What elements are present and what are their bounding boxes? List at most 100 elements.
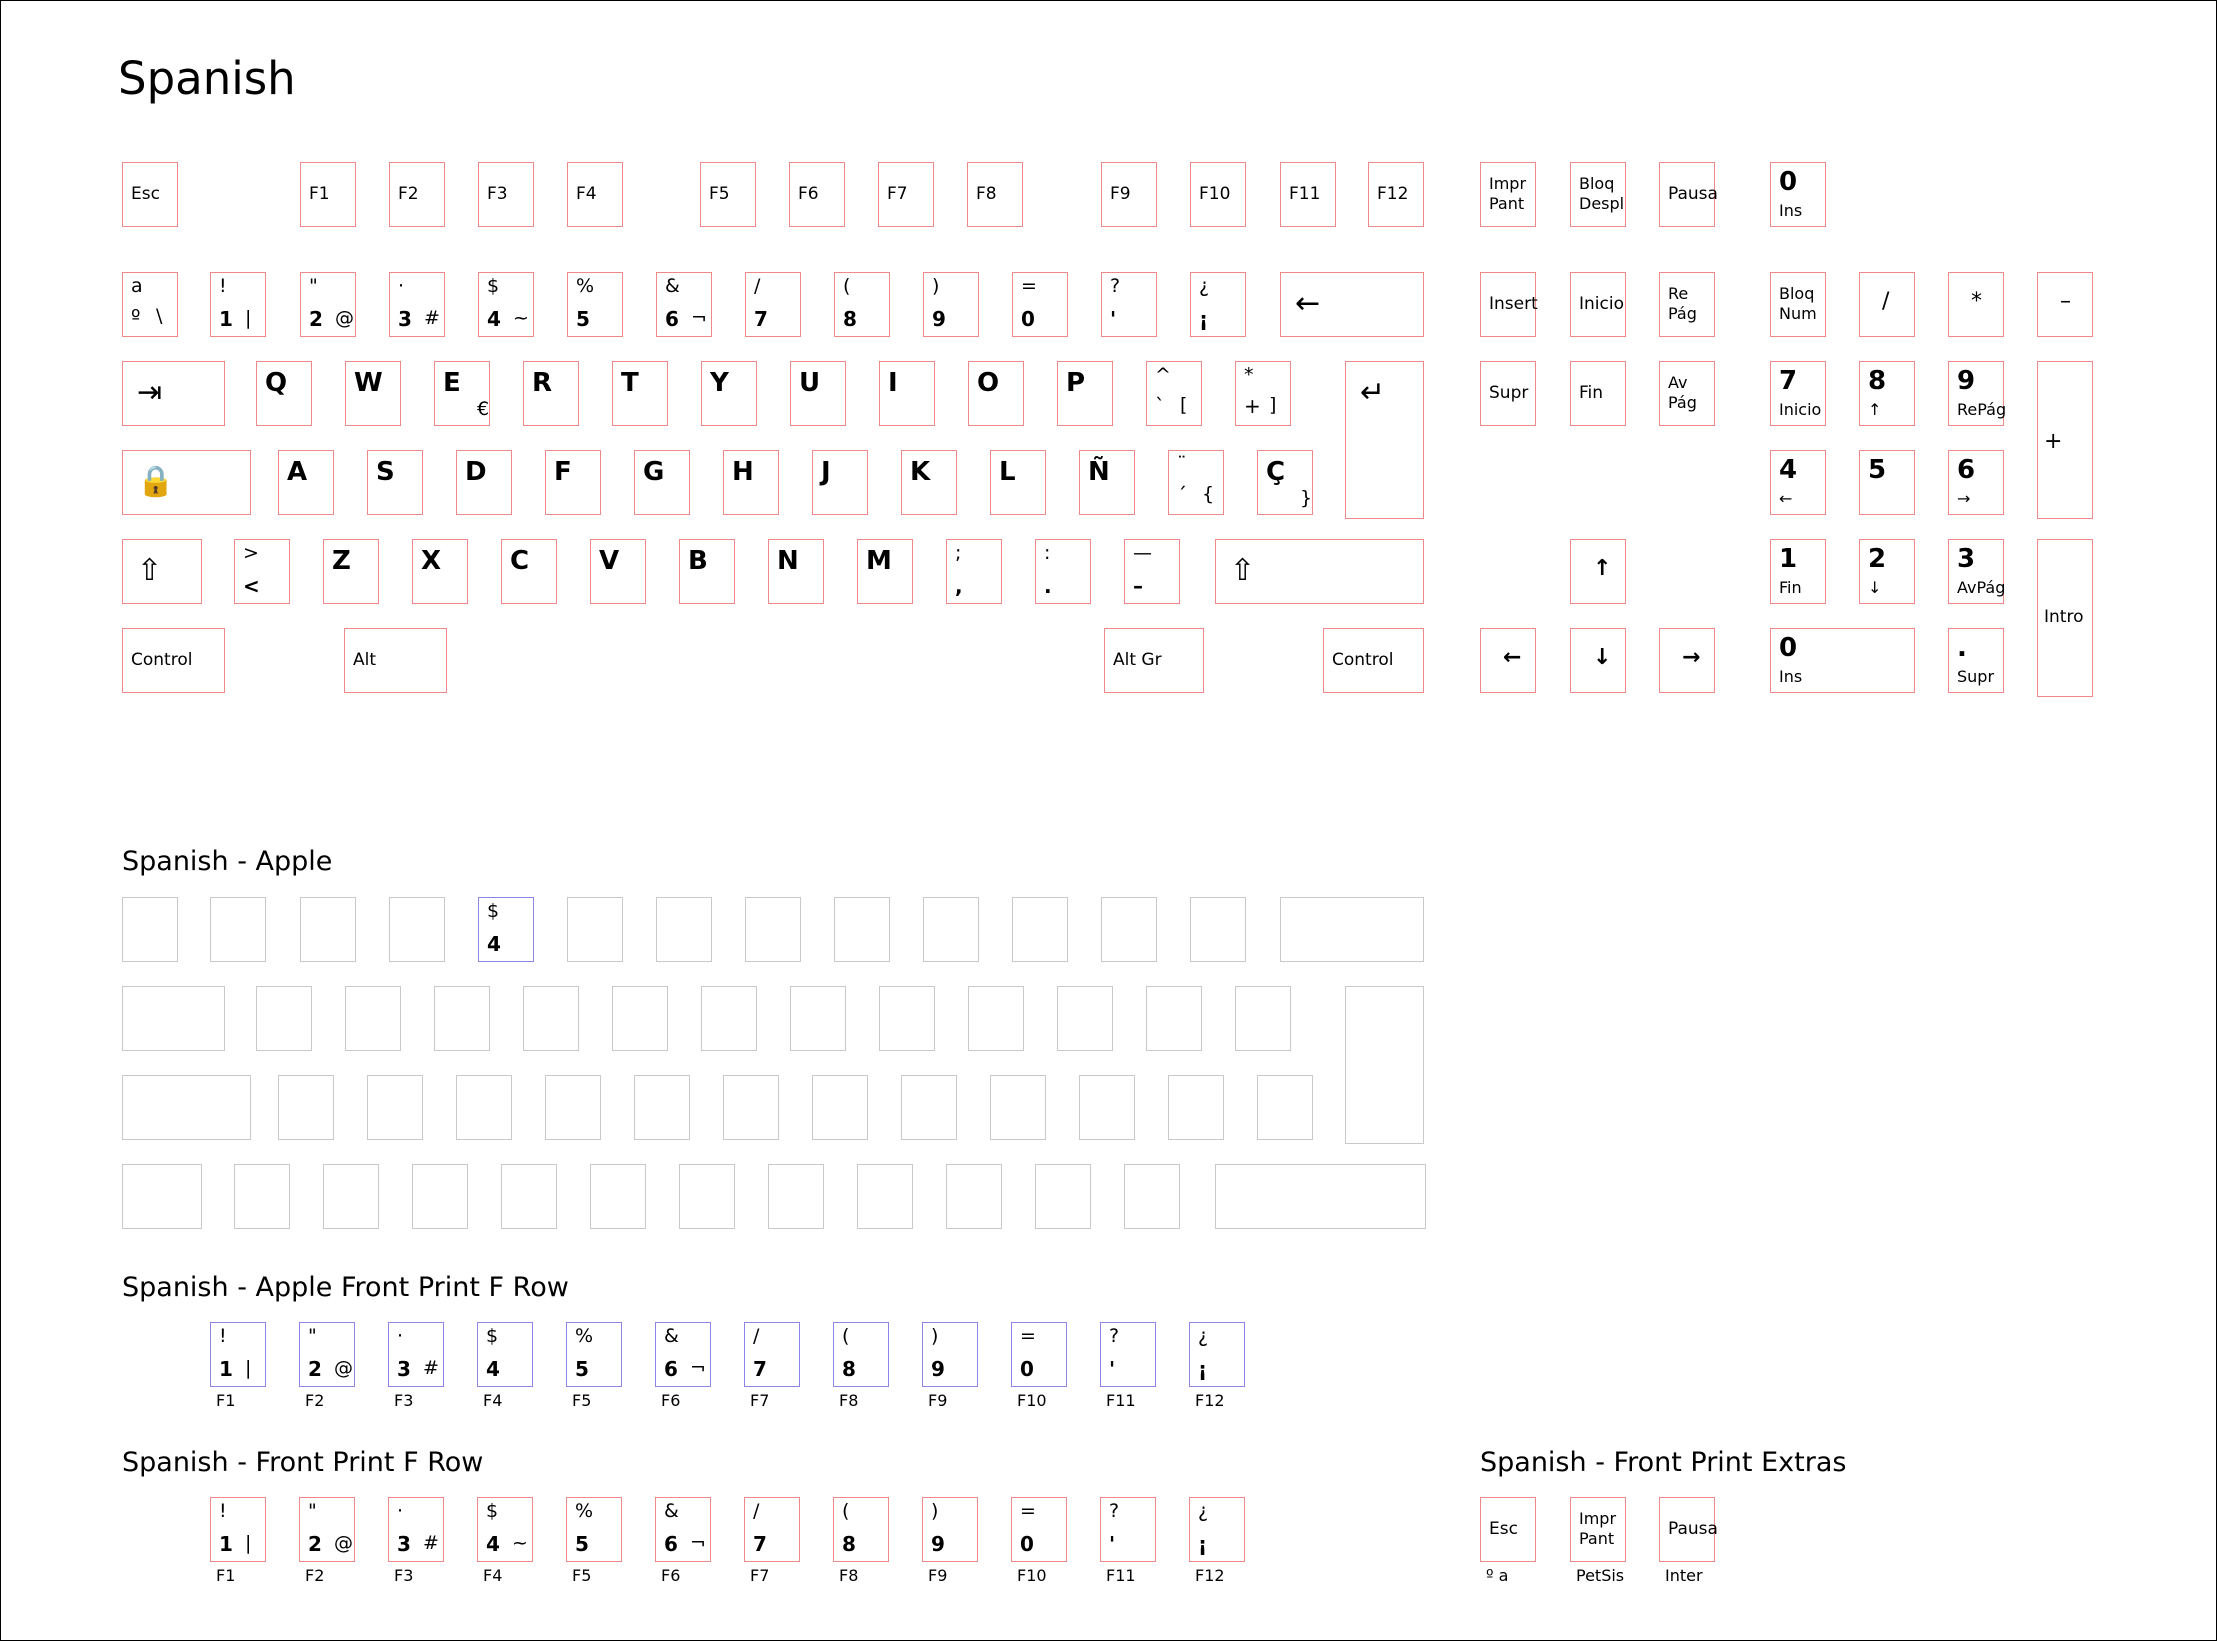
key-legend: ^ <box>1155 364 1171 386</box>
key-minus: — – <box>1124 539 1180 604</box>
key-h: H <box>723 450 779 515</box>
key-legend: Bloq <box>1579 174 1615 193</box>
key-legend: # <box>424 307 440 329</box>
key-legend: ´ <box>1177 483 1187 507</box>
front-print-legend: F9 <box>928 1391 948 1410</box>
key-legend: H <box>732 457 754 487</box>
front-print-legend: F7 <box>750 1566 770 1585</box>
key-legend: 1 <box>1779 544 1798 574</box>
key-legend: . <box>1044 574 1052 598</box>
key-legend: @ <box>334 1357 353 1379</box>
front-print-legend: F2 <box>305 1391 325 1410</box>
apple-front-key: (8 <box>833 1322 889 1387</box>
key-legend: 6 <box>664 1532 678 1556</box>
key-alt-gr: Alt Gr <box>1104 628 1204 693</box>
key-legend: 9 <box>932 307 946 331</box>
apple-front-key: % 5 <box>566 1322 622 1387</box>
key-e: E € <box>434 361 490 426</box>
key-inverted-exclamation: ¿ ¡ <box>1190 272 1246 337</box>
key-legend: X <box>421 546 442 576</box>
key-legend: = <box>1020 1500 1036 1522</box>
key-x: X <box>412 539 468 604</box>
key-legend: N <box>777 546 799 576</box>
apple-blank-key <box>210 897 266 962</box>
key-legend: 5 <box>1868 455 1887 485</box>
key-legend: J <box>821 457 831 487</box>
key-legend: 0 <box>1020 1357 1034 1381</box>
key-legend: A <box>287 457 308 487</box>
front-print-key: & 6 ¬ <box>655 1497 711 1562</box>
key-arrow-right: → <box>1659 628 1715 693</box>
key-legend: 5 <box>575 1532 589 1556</box>
apple-enter-key <box>1345 986 1424 1144</box>
extras-pausa: Pausa <box>1659 1497 1718 1562</box>
key-legend: Esc <box>131 184 160 204</box>
key-legend: ¬ <box>690 1357 706 1379</box>
front-print-legend: F10 <box>1017 1391 1047 1410</box>
key-legend: F7 <box>887 184 908 204</box>
key-f6: F6 <box>789 162 845 227</box>
key-left-shift: ⇧ <box>122 539 202 604</box>
key-legend: D <box>465 457 487 487</box>
key-enter: ↵ <box>1345 361 1424 519</box>
key-legend: F8 <box>976 184 997 204</box>
key-num-3: 3 AvPág <box>1948 539 2006 604</box>
key-legend: – <box>1133 574 1143 598</box>
key-o: O <box>968 361 1024 426</box>
key-arrow-left: ← <box>1480 628 1536 693</box>
key-legend: ( <box>842 1325 850 1347</box>
key-right-control: Control <box>1323 628 1424 693</box>
key-legend: Alt <box>353 650 377 670</box>
key-bloq-num: Bloq Num <box>1770 272 1826 337</box>
front-print-legend: F1 <box>216 1391 236 1410</box>
key-legend: 7 <box>753 1357 767 1381</box>
key-a: A <box>278 450 334 515</box>
key-extra-0-ins: 0 Ins <box>1770 162 1826 227</box>
front-print-key: " 2 @ <box>299 1497 355 1562</box>
key-legend: | <box>245 1357 252 1379</box>
key-j: J <box>812 450 868 515</box>
apple-front-key: = 0 <box>1011 1322 1067 1387</box>
apple-blank-key <box>1101 897 1157 962</box>
key-legend: → <box>1682 645 1701 670</box>
key-legend: 6 <box>1957 455 1976 485</box>
front-print-legend: Inter <box>1665 1566 1703 1585</box>
apple-blank-key <box>300 897 356 962</box>
key-legend: · <box>397 1325 404 1347</box>
apple-front-key: ¿ ¡ <box>1189 1322 1245 1387</box>
key-legend: 2 <box>308 1532 322 1556</box>
key-legend: 1 <box>219 307 233 331</box>
front-print-legend: F3 <box>394 1566 414 1585</box>
key-legend: Control <box>131 650 193 670</box>
apple-blank-key <box>501 1164 557 1229</box>
key-legend: R <box>532 368 553 398</box>
key-legend: 6 <box>664 1357 678 1381</box>
key-legend: Bloq <box>1779 284 1815 303</box>
key-legend: Inicio <box>1779 400 1822 419</box>
key-legend: 0 <box>1021 307 1035 331</box>
key-legend: & <box>664 1325 679 1347</box>
key-8: (8 <box>834 272 890 337</box>
key-num-0: 0 Ins <box>1770 628 1915 693</box>
apple-blank-key <box>1168 1075 1224 1140</box>
key-legend: L <box>999 457 1016 487</box>
key-legend: 4 <box>486 1532 500 1556</box>
key-legend: 3 <box>397 1357 411 1381</box>
key-legend: AvPág <box>1957 578 2006 597</box>
key-legend: ! <box>219 1500 227 1522</box>
key-legend: 3 <box>1957 544 1976 574</box>
key-legend: @ <box>334 1532 353 1554</box>
key-legend: 5 <box>576 307 590 331</box>
key-num-2: 2 ↓ <box>1859 539 1915 604</box>
key-legend: C <box>510 546 530 576</box>
key-legend: ¿ <box>1198 1325 1209 1347</box>
key-f10: F10 <box>1190 162 1246 227</box>
key-legend: ⇧ <box>1230 553 1256 588</box>
apple-blank-key <box>923 897 979 962</box>
front-print-key: % 5 <box>566 1497 622 1562</box>
apple-blank-key <box>345 986 401 1051</box>
key-legend: ↓ <box>1868 578 1882 597</box>
key-legend: a <box>131 275 143 297</box>
key-2: " 2 @ <box>300 272 356 337</box>
key-legend: Ins <box>1779 201 1803 220</box>
